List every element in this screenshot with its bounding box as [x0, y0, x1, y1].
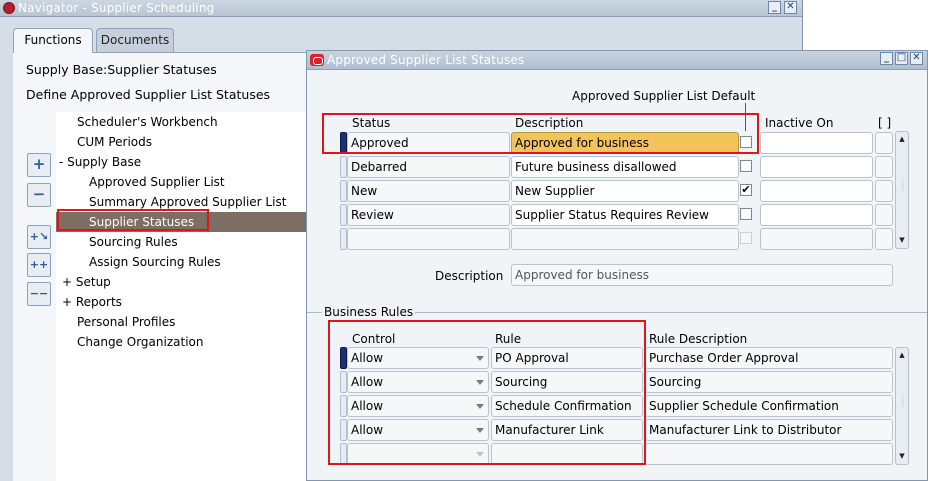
description-display-field[interactable]: Approved for business — [511, 264, 893, 286]
minimize-icon[interactable]: _ — [768, 1, 781, 14]
status-field[interactable]: Review — [347, 204, 510, 226]
description-field[interactable]: New Supplier — [511, 180, 739, 202]
asl-statuses-window: Approved Supplier List Statuses _ □ ✕ Ap… — [306, 50, 928, 481]
description-field[interactable]: Future business disallowed — [511, 156, 739, 178]
flexfield[interactable] — [875, 204, 893, 226]
row-indicator[interactable] — [340, 204, 347, 226]
rule-description-field[interactable] — [645, 443, 893, 465]
flexfield[interactable] — [875, 156, 893, 178]
asl-default-checkbox[interactable] — [740, 160, 752, 172]
highlight-supplier-statuses — [57, 209, 209, 231]
tree-item-reports[interactable]: + Reports — [62, 292, 122, 312]
navigator-title: Navigator - Supplier Scheduling — [18, 1, 215, 15]
row-indicator[interactable] — [340, 180, 347, 202]
scroll-down-icon[interactable]: ▼ — [897, 235, 907, 245]
tree-item-cum-periods[interactable]: CUM Periods — [77, 132, 152, 152]
expand-branch-icon[interactable]: +↘ — [27, 225, 51, 249]
flexfield[interactable] — [875, 180, 893, 202]
rule-description-field[interactable]: Manufacturer Link to Distributor — [645, 419, 893, 441]
status-field[interactable] — [347, 228, 510, 250]
inactive-on-field[interactable] — [760, 228, 873, 250]
scroll-grip-icon[interactable]: ⋮ ⋮ — [899, 395, 907, 408]
minimize-icon[interactable]: _ — [880, 52, 893, 65]
flexfield-header: [ ] — [878, 116, 892, 130]
function-path: Supply Base:Supplier Statuses — [26, 62, 217, 77]
row-indicator[interactable] — [340, 228, 347, 250]
scroll-down-icon[interactable]: ▼ — [897, 451, 907, 461]
flexfield[interactable] — [875, 132, 893, 154]
inactive-on-field[interactable] — [760, 204, 873, 226]
tree-item-approved-supplier-list[interactable]: Approved Supplier List — [89, 172, 225, 192]
navigator-titlebar[interactable]: Navigator - Supplier Scheduling _ ✕ — [0, 0, 802, 17]
rule-description-header: Rule Description — [649, 332, 748, 346]
tab-functions[interactable]: Functions — [13, 28, 93, 53]
asl-default-checkbox[interactable] — [740, 208, 752, 220]
description-label: Description — [435, 269, 504, 283]
rule-description-field[interactable]: Supplier Schedule Confirmation — [645, 395, 893, 417]
row-indicator[interactable] — [340, 156, 347, 178]
status-field[interactable]: New — [347, 180, 510, 202]
asl-default-checkbox[interactable]: ✔ — [740, 184, 752, 196]
asl-default-checkbox — [740, 232, 752, 244]
expand-all-icon[interactable]: ++ — [27, 253, 51, 277]
tab-documents[interactable]: Documents — [96, 28, 174, 52]
flexfield[interactable] — [875, 228, 893, 250]
status-scrollbar[interactable]: ▲ ⋮ ⋮ ▼ — [895, 131, 909, 249]
description-field[interactable] — [511, 228, 739, 250]
tree-item-sourcing-rules[interactable]: Sourcing Rules — [89, 232, 178, 252]
highlight-approved-row — [322, 113, 759, 154]
tree-item-supply-base[interactable]: - Supply Base — [59, 152, 141, 172]
scroll-up-icon[interactable]: ▲ — [897, 134, 907, 144]
tree-item-change-organization[interactable]: Change Organization — [77, 332, 203, 352]
tree-item-schedulers-workbench[interactable]: Scheduler's Workbench — [77, 112, 218, 132]
asl-title: Approved Supplier List Statuses — [327, 53, 525, 67]
status-field[interactable]: Debarred — [347, 156, 510, 178]
close-icon[interactable]: ✕ — [910, 52, 923, 65]
maximize-icon[interactable]: □ — [895, 52, 908, 65]
function-description: Define Approved Supplier List Statuses — [26, 87, 271, 102]
plus-icon[interactable]: + — [27, 153, 51, 177]
minus-icon[interactable]: − — [27, 183, 51, 207]
business-rules-label: Business Rules — [322, 305, 416, 319]
tree-item-personal-profiles[interactable]: Personal Profiles — [77, 312, 175, 332]
scroll-grip-icon[interactable]: ⋮ ⋮ — [899, 179, 907, 192]
collapse-all-icon[interactable]: −− — [27, 282, 51, 306]
tree-item-setup[interactable]: + Setup — [62, 272, 111, 292]
asl-titlebar[interactable]: Approved Supplier List Statuses _ □ ✕ — [307, 51, 927, 70]
tree-item-assign-sourcing-rules[interactable]: Assign Sourcing Rules — [89, 252, 221, 272]
rule-description-field[interactable]: Sourcing — [645, 371, 893, 393]
inactive-on-header: Inactive On — [765, 116, 834, 130]
description-field[interactable]: Supplier Status Requires Review — [511, 204, 739, 226]
rule-description-field[interactable]: Purchase Order Approval — [645, 347, 893, 369]
rules-scrollbar[interactable]: ▲ ⋮ ⋮ ▼ — [895, 347, 909, 465]
asl-default-label: Approved Supplier List Default — [572, 89, 756, 103]
inactive-on-field[interactable] — [760, 132, 873, 154]
app-icon — [3, 2, 15, 14]
highlight-business-rules — [328, 320, 646, 465]
scroll-up-icon[interactable]: ▲ — [897, 350, 907, 360]
close-icon[interactable]: ✕ — [784, 1, 797, 14]
inactive-on-field[interactable] — [760, 156, 873, 178]
oracle-icon — [310, 54, 324, 66]
inactive-on-field[interactable] — [760, 180, 873, 202]
function-tree: Scheduler's Workbench CUM Periods - Supp… — [56, 112, 306, 481]
